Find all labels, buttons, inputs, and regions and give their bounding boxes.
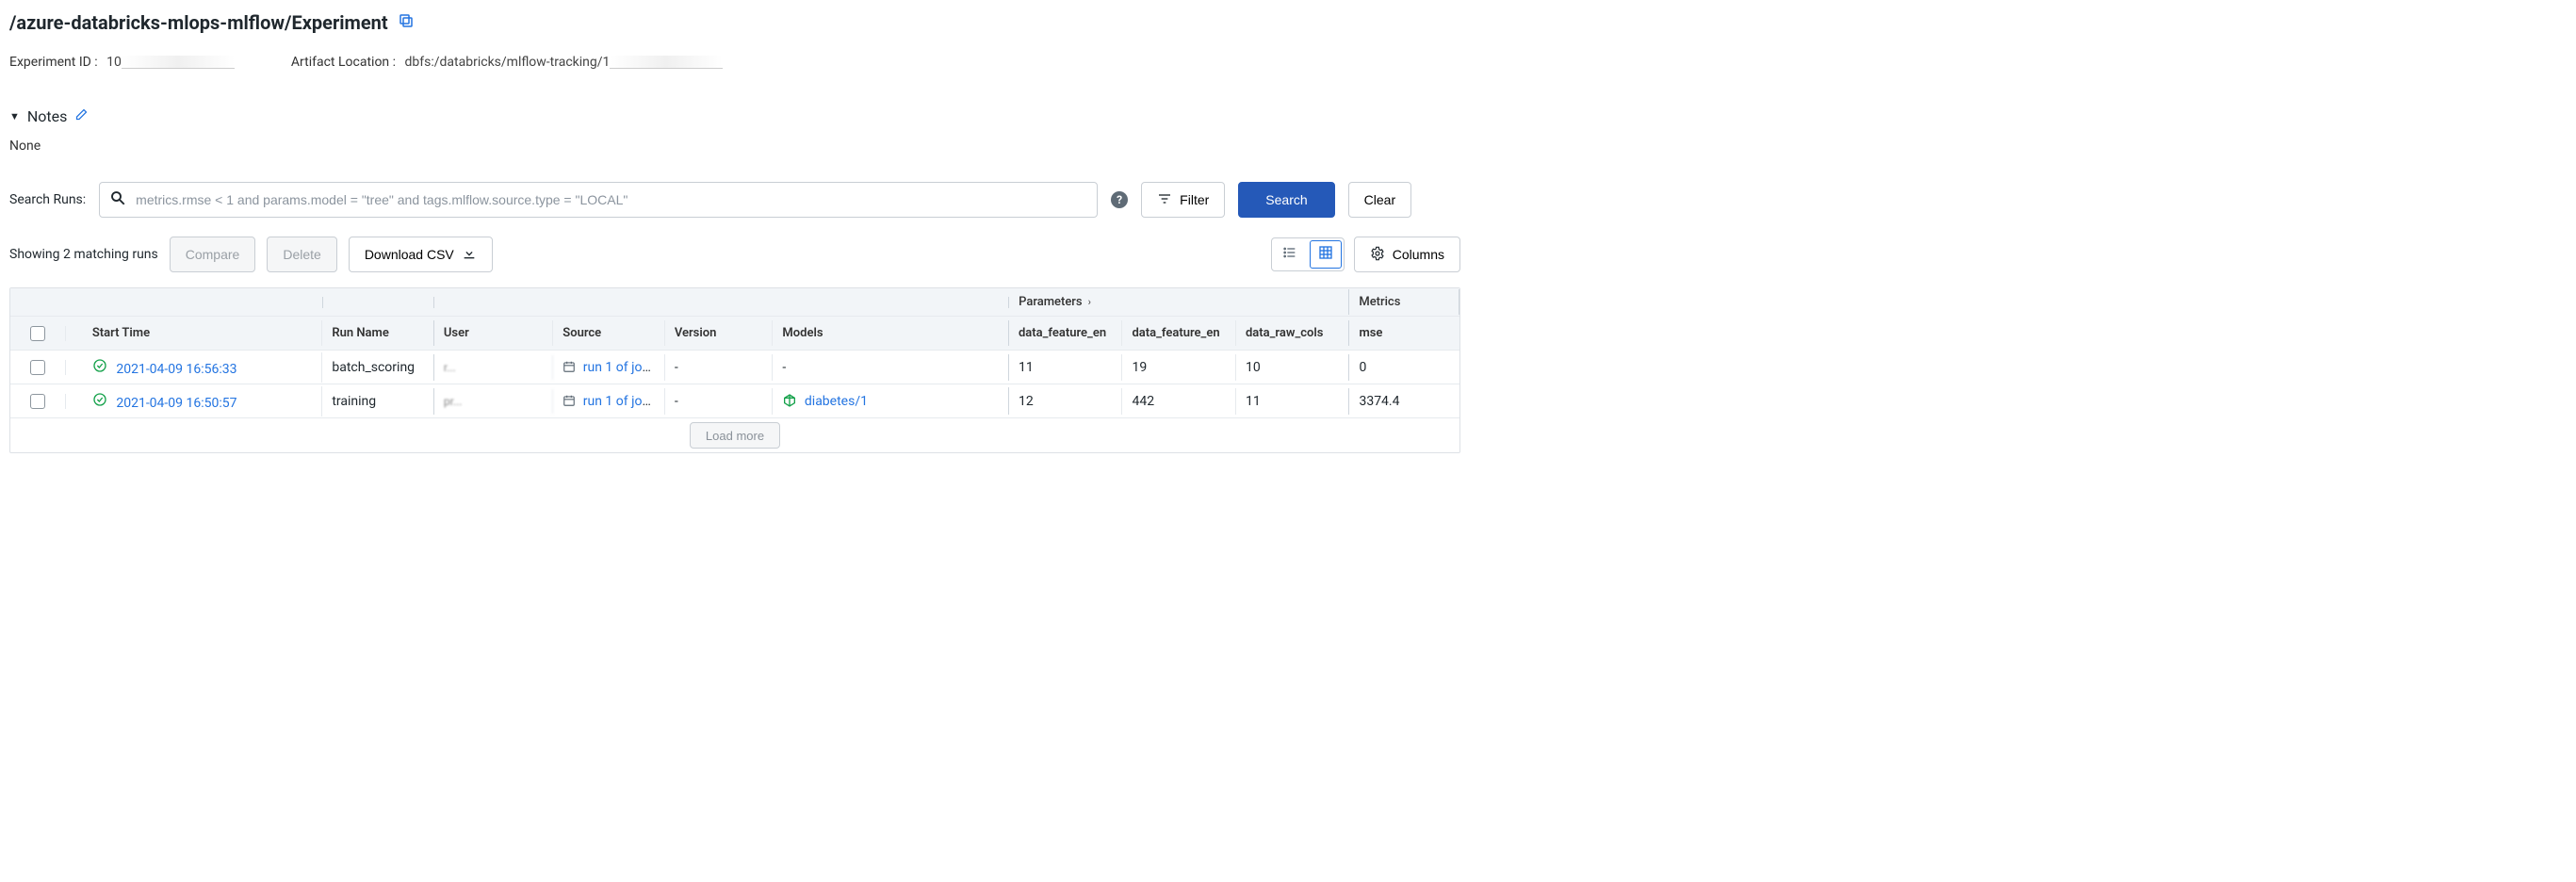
status-success-icon xyxy=(92,358,107,373)
artifact-location-value: dbfs:/databricks/mlflow-tracking/1 xyxy=(405,55,611,70)
row-checkbox[interactable] xyxy=(30,360,45,375)
col-run-name[interactable]: Run Name xyxy=(322,320,434,346)
help-icon[interactable]: ? xyxy=(1111,191,1128,208)
param-cell: 11 xyxy=(1009,354,1123,381)
col-param-3[interactable]: data_raw_cols xyxy=(1236,320,1350,346)
select-all-checkbox[interactable] xyxy=(30,326,45,341)
filter-button[interactable]: Filter xyxy=(1141,182,1225,218)
redacted-icon xyxy=(122,56,235,69)
col-param-1[interactable]: data_feature_en xyxy=(1009,320,1123,346)
redacted-icon xyxy=(610,56,723,69)
start-time-link[interactable]: 2021-04-09 16:56:33 xyxy=(116,362,236,377)
compare-button[interactable]: Compare xyxy=(170,237,256,272)
download-icon xyxy=(462,246,477,264)
column-group-parameters[interactable]: Parameters › xyxy=(1009,289,1349,315)
column-group-metrics[interactable]: Metrics xyxy=(1349,289,1459,315)
start-time-link[interactable]: 2021-04-09 16:50:57 xyxy=(116,396,236,411)
col-metric-mse[interactable]: mse xyxy=(1349,320,1459,346)
search-input[interactable] xyxy=(136,192,1087,207)
grid-view-button[interactable] xyxy=(1310,240,1342,269)
version-cell: - xyxy=(665,354,774,381)
col-models[interactable]: Models xyxy=(773,320,1009,346)
model-icon xyxy=(782,393,797,408)
version-cell: - xyxy=(665,388,774,415)
copy-icon[interactable] xyxy=(398,12,415,33)
run-name: batch_scoring xyxy=(322,354,434,381)
table-row: 2021-04-09 16:50:57 training pr... run 1… xyxy=(10,384,1459,418)
source-link[interactable]: run 1 of job 1 xyxy=(583,394,660,409)
grid-icon xyxy=(1318,245,1333,264)
col-user[interactable]: User xyxy=(434,320,553,346)
list-view-button[interactable] xyxy=(1274,240,1306,269)
download-csv-button[interactable]: Download CSV xyxy=(349,237,493,272)
gear-icon xyxy=(1370,246,1385,264)
user-cell: pr... xyxy=(434,389,553,414)
edit-icon[interactable] xyxy=(74,107,89,125)
models-cell: - xyxy=(773,354,1009,381)
col-param-2[interactable]: data_feature_en xyxy=(1122,320,1236,346)
run-name: training xyxy=(322,388,434,415)
filter-icon xyxy=(1157,191,1172,209)
calendar-icon xyxy=(562,360,576,373)
user-cell: r... xyxy=(434,355,553,380)
notes-header[interactable]: ▼ Notes xyxy=(9,107,1460,125)
search-button[interactable]: Search xyxy=(1238,182,1334,218)
load-more-button[interactable]: Load more xyxy=(690,422,780,449)
result-count-label: Showing 2 matching runs xyxy=(9,247,158,262)
param-cell: 442 xyxy=(1122,388,1236,415)
experiment-id-label: Experiment ID : xyxy=(9,55,98,70)
clear-button[interactable]: Clear xyxy=(1348,182,1411,218)
col-source[interactable]: Source xyxy=(553,320,665,346)
param-cell: 10 xyxy=(1236,354,1350,381)
col-start-time[interactable]: Start Time xyxy=(83,320,322,346)
metric-cell: 0 xyxy=(1349,354,1459,381)
col-version[interactable]: Version xyxy=(665,320,774,346)
table-row: 2021-04-09 16:56:33 batch_scoring r... r… xyxy=(10,351,1459,384)
notes-body: None xyxy=(9,139,1460,154)
source-link[interactable]: run 1 of job 2 xyxy=(583,360,660,375)
status-success-icon xyxy=(92,392,107,407)
notes-label: Notes xyxy=(27,107,68,125)
list-icon xyxy=(1282,245,1297,264)
page-title: /azure-databricks-mlops-mlflow/Experimen… xyxy=(9,11,388,34)
caret-down-icon: ▼ xyxy=(9,110,20,122)
artifact-location-label: Artifact Location : xyxy=(291,55,396,70)
row-checkbox[interactable] xyxy=(30,394,45,409)
param-cell: 19 xyxy=(1122,354,1236,381)
columns-button[interactable]: Columns xyxy=(1354,237,1460,272)
model-link[interactable]: diabetes/1 xyxy=(805,394,868,409)
search-input-container[interactable] xyxy=(99,182,1098,218)
calendar-icon xyxy=(562,394,576,407)
metric-cell: 3374.4 xyxy=(1349,388,1459,415)
view-toggle xyxy=(1271,237,1345,271)
experiment-id-value: 10 xyxy=(106,55,122,70)
chevron-right-icon: › xyxy=(1088,296,1091,308)
param-cell: 12 xyxy=(1009,388,1123,415)
search-icon xyxy=(109,189,126,210)
delete-button[interactable]: Delete xyxy=(267,237,336,272)
search-runs-label: Search Runs: xyxy=(9,192,86,207)
experiment-meta: Experiment ID : 10 Artifact Location : d… xyxy=(9,55,1460,70)
runs-table: Parameters › Metrics Start Time Run Name… xyxy=(9,287,1460,453)
param-cell: 11 xyxy=(1236,388,1350,415)
